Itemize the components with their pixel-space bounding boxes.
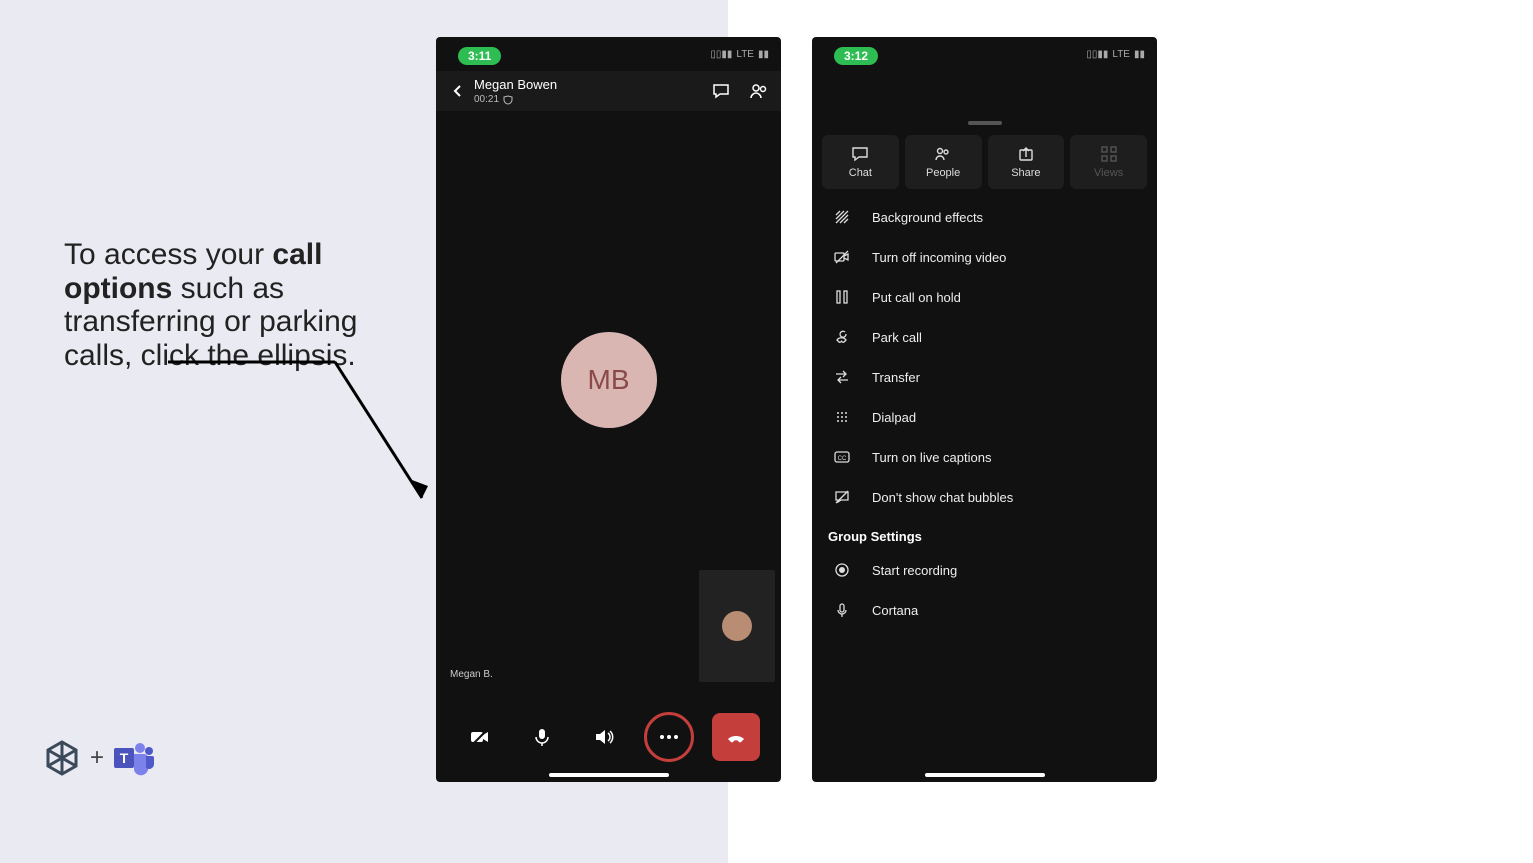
action-label: Chat xyxy=(849,167,872,179)
record-icon xyxy=(834,562,850,578)
call-title-block: Megan Bowen 00:21 xyxy=(474,77,711,105)
park-icon xyxy=(834,329,850,345)
teams-logo-icon: T xyxy=(112,738,156,778)
menu-label: Turn off incoming video xyxy=(872,250,1006,265)
menu-label: Put call on hold xyxy=(872,290,961,305)
transfer-item[interactable]: Transfer xyxy=(812,357,1157,397)
views-action: Views xyxy=(1070,135,1147,189)
network-label: LTE xyxy=(1112,49,1130,60)
footer-logos: + T xyxy=(42,738,156,778)
hangup-button[interactable] xyxy=(712,713,760,761)
start-recording-item[interactable]: Start recording xyxy=(812,550,1157,590)
background-effects-item[interactable]: Background effects xyxy=(812,197,1157,237)
call-subtitle: 00:21 xyxy=(474,94,711,105)
battery-icon: ▮▮ xyxy=(758,49,769,60)
status-bar: 3:11 ▯▯▮▮ LTE ▮▮ xyxy=(436,37,781,71)
menu-label: Cortana xyxy=(872,603,918,618)
action-label: Views xyxy=(1094,167,1123,179)
menu-label: Transfer xyxy=(872,370,920,385)
share-icon xyxy=(1017,145,1035,163)
back-button[interactable] xyxy=(448,81,468,101)
chat-icon[interactable] xyxy=(711,81,731,101)
ellipsis-icon xyxy=(658,734,680,740)
home-indicator xyxy=(549,773,669,777)
status-indicators: ▯▯▮▮ LTE ▮▮ xyxy=(1086,49,1145,60)
hold-item[interactable]: Put call on hold xyxy=(812,277,1157,317)
plus-icon: + xyxy=(90,744,104,772)
options-menu: Background effects Turn off incoming vid… xyxy=(812,189,1157,638)
people-icon[interactable] xyxy=(749,81,769,101)
chat-off-icon xyxy=(834,489,850,505)
status-time: 3:12 xyxy=(834,47,878,65)
group-settings-label: Group Settings xyxy=(812,517,1157,550)
top-actions-row: Chat People Share Views xyxy=(812,135,1157,189)
signal-icon: ▯▯▮▮ xyxy=(1086,49,1108,60)
phone-screenshot-call: 3:11 ▯▯▮▮ LTE ▮▮ Megan Bowen 00:21 MB Me… xyxy=(436,37,781,782)
video-off-icon xyxy=(834,249,850,265)
chat-icon xyxy=(851,145,869,163)
call-controls xyxy=(436,712,781,762)
call-header: Megan Bowen 00:21 xyxy=(436,71,781,111)
menu-label: Start recording xyxy=(872,563,957,578)
avatar-initials: MB xyxy=(588,364,630,396)
shield-icon xyxy=(503,95,513,105)
phone-screenshot-options: 3:12 ▯▯▮▮ LTE ▮▮ Chat People Share Views… xyxy=(812,37,1157,782)
battery-icon: ▮▮ xyxy=(1134,49,1145,60)
status-bar: 3:12 ▯▯▮▮ LTE ▮▮ xyxy=(812,37,1157,71)
call-duration: 00:21 xyxy=(474,94,499,105)
svg-text:T: T xyxy=(120,750,129,766)
participant-avatar: MB xyxy=(561,332,657,428)
self-avatar xyxy=(722,611,752,641)
chat-bubbles-item[interactable]: Don't show chat bubbles xyxy=(812,477,1157,517)
dialpad-icon xyxy=(834,409,850,425)
cortana-item[interactable]: Cortana xyxy=(812,590,1157,630)
sheet-handle[interactable] xyxy=(968,121,1002,125)
status-time: 3:11 xyxy=(458,47,501,65)
svg-text:CC: CC xyxy=(838,456,847,462)
people-action[interactable]: People xyxy=(905,135,982,189)
menu-label: Park call xyxy=(872,330,922,345)
park-call-item[interactable]: Park call xyxy=(812,317,1157,357)
callee-name: Megan Bowen xyxy=(474,77,711,92)
effects-icon xyxy=(834,209,850,225)
menu-label: Dialpad xyxy=(872,410,916,425)
menu-label: Turn on live captions xyxy=(872,450,991,465)
speaker-button[interactable] xyxy=(582,715,626,759)
action-label: Share xyxy=(1011,167,1040,179)
people-icon xyxy=(934,145,952,163)
camera-button[interactable] xyxy=(458,715,502,759)
self-video-tile[interactable] xyxy=(699,570,775,682)
action-label: People xyxy=(926,167,960,179)
pause-icon xyxy=(834,289,850,305)
more-options-button[interactable] xyxy=(644,712,694,762)
status-indicators: ▯▯▮▮ LTE ▮▮ xyxy=(710,49,769,60)
mic-button[interactable] xyxy=(520,715,564,759)
instruction-text: To access your call options such as tran… xyxy=(64,238,404,372)
captions-icon: CC xyxy=(834,449,850,465)
grid-icon xyxy=(1100,145,1118,163)
dialpad-item[interactable]: Dialpad xyxy=(812,397,1157,437)
captions-item[interactable]: CC Turn on live captions xyxy=(812,437,1157,477)
menu-label: Background effects xyxy=(872,210,983,225)
cube-logo-icon xyxy=(42,738,82,778)
chat-action[interactable]: Chat xyxy=(822,135,899,189)
participant-label: Megan B. xyxy=(450,669,493,680)
transfer-icon xyxy=(834,369,850,385)
signal-icon: ▯▯▮▮ xyxy=(710,49,732,60)
share-action[interactable]: Share xyxy=(988,135,1065,189)
mic-icon xyxy=(834,602,850,618)
turn-off-video-item[interactable]: Turn off incoming video xyxy=(812,237,1157,277)
instruction-prefix: To access your xyxy=(64,238,272,271)
network-label: LTE xyxy=(736,49,754,60)
home-indicator xyxy=(925,773,1045,777)
menu-label: Don't show chat bubbles xyxy=(872,490,1013,505)
